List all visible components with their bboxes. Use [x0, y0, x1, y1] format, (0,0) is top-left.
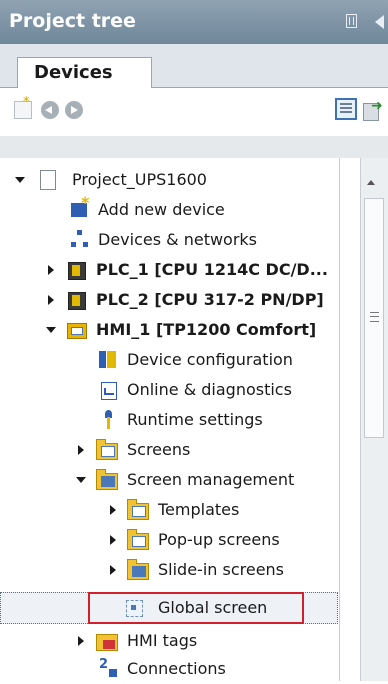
folder-mark: [132, 506, 146, 517]
expand-toggle[interactable]: [46, 327, 56, 333]
device-config-icon: [99, 350, 119, 370]
connections-icon: [99, 657, 119, 679]
scroll-grip-icon: [370, 312, 379, 322]
project-tree: Project_UPS1600 Add new device Devices &…: [0, 158, 388, 681]
hmi-tags-folder-icon: [96, 634, 118, 651]
slidein-folder-icon: [127, 559, 149, 580]
tree-item-online-diagnostics[interactable]: Online & diagnostics: [0, 375, 339, 405]
tree-item-slidein-screens[interactable]: Slide-in screens: [0, 555, 339, 585]
tree-item-label: PLC_1 [CPU 1214C DC/D...: [96, 260, 328, 279]
expand-toggle[interactable]: [110, 565, 116, 575]
tree-item-label: PLC_2 [CPU 317-2 PN/DP]: [96, 290, 324, 309]
project-icon: [40, 170, 56, 190]
scroll-thumb[interactable]: [364, 198, 384, 438]
tree-item-label: HMI tags: [127, 631, 198, 650]
panel-title: Project tree: [9, 10, 136, 32]
toolbar-separator: [0, 136, 388, 158]
tree-item-label: Templates: [158, 500, 240, 519]
tree-item-label: Project_UPS1600: [72, 170, 207, 189]
expand-toggle[interactable]: [110, 505, 116, 515]
tree-item-templates[interactable]: Templates: [0, 495, 339, 525]
collapse-left-icon[interactable]: [375, 15, 384, 29]
online-diagnostics-icon: [101, 382, 117, 400]
tab-strip: Devices: [0, 44, 388, 89]
expand-toggle[interactable]: [48, 265, 54, 275]
runtime-settings-icon: [99, 410, 119, 430]
expand-toggle[interactable]: [48, 295, 54, 305]
tree-item-label: Slide-in screens: [158, 560, 285, 579]
network-icon: [71, 230, 89, 248]
view-icon[interactable]: [335, 98, 357, 120]
tree-item-label: Global screen: [158, 598, 268, 617]
tree-item-screens[interactable]: Screens: [0, 435, 339, 465]
tree-item-label: Online & diagnostics: [127, 380, 292, 399]
folder-mark: [101, 446, 115, 457]
screens-folder-icon: [96, 439, 118, 460]
folder-mark: [132, 536, 146, 547]
hmi-icon: [67, 323, 87, 339]
add-device-icon: [71, 193, 89, 217]
plc-icon: [68, 292, 86, 310]
expand-toggle[interactable]: [78, 636, 84, 646]
tab-devices[interactable]: Devices: [17, 57, 152, 89]
toolbar: ➜: [0, 88, 388, 136]
tree-item-devices-networks[interactable]: Devices & networks: [0, 225, 339, 255]
tree-item-hmi-tags[interactable]: HMI tags: [0, 626, 339, 656]
pin-icon[interactable]: [346, 14, 357, 28]
tree-item-screen-management[interactable]: Screen management: [0, 465, 339, 495]
tree-item-runtime-settings[interactable]: Runtime settings: [0, 405, 339, 435]
tree-item-device-configuration[interactable]: Device configuration: [0, 345, 339, 375]
tree-item-label: Add new device: [98, 200, 225, 219]
tree-item-project[interactable]: Project_UPS1600: [0, 165, 339, 195]
forward-icon[interactable]: [65, 101, 83, 119]
export-icon[interactable]: ➜: [363, 98, 385, 121]
expand-toggle[interactable]: [78, 445, 84, 455]
tree-item-add-new-device[interactable]: Add new device: [0, 193, 339, 225]
tree-item-label: Runtime settings: [127, 410, 263, 429]
vertical-scrollbar[interactable]: [360, 158, 388, 681]
scroll-up-icon[interactable]: [367, 180, 375, 185]
tree-item-label: Screen management: [127, 470, 295, 489]
tree-item-connections[interactable]: Connections: [0, 654, 339, 684]
screen-management-folder-icon: [96, 469, 118, 490]
plc-icon: [68, 262, 86, 280]
tree-item-global-screen[interactable]: Global screen: [0, 592, 338, 624]
tree-item-plc-1[interactable]: PLC_1 [CPU 1214C DC/D...: [0, 255, 339, 285]
popup-folder-icon: [127, 529, 149, 550]
panel-titlebar: Project tree: [0, 0, 388, 44]
network-node: [77, 230, 82, 235]
tree-item-popup-screens[interactable]: Pop-up screens: [0, 525, 339, 555]
export-arrow: ➜: [371, 98, 383, 114]
network-node: [83, 242, 88, 247]
column-divider: [339, 158, 340, 681]
global-screen-icon: [126, 600, 143, 617]
expand-toggle[interactable]: [15, 177, 25, 183]
expand-toggle[interactable]: [76, 477, 86, 483]
tree-item-hmi-1[interactable]: HMI_1 [TP1200 Comfort]: [0, 315, 339, 345]
tree-item-label: Connections: [127, 659, 226, 678]
back-icon[interactable]: [41, 101, 59, 119]
tree-item-label: HMI_1 [TP1200 Comfort]: [96, 320, 317, 339]
tree-item-label: Device configuration: [127, 350, 293, 369]
folder-mark: [132, 566, 146, 577]
tree-item-label: Pop-up screens: [158, 530, 280, 549]
tree-item-plc-2[interactable]: PLC_2 [CPU 317-2 PN/DP]: [0, 285, 339, 315]
new-item-icon[interactable]: [14, 95, 32, 119]
folder-mark: [101, 476, 115, 487]
tree-item-label: Devices & networks: [98, 230, 258, 249]
templates-folder-icon: [127, 499, 149, 520]
network-node: [71, 242, 76, 247]
expand-toggle[interactable]: [110, 535, 116, 545]
tree-item-label: Screens: [127, 440, 191, 459]
